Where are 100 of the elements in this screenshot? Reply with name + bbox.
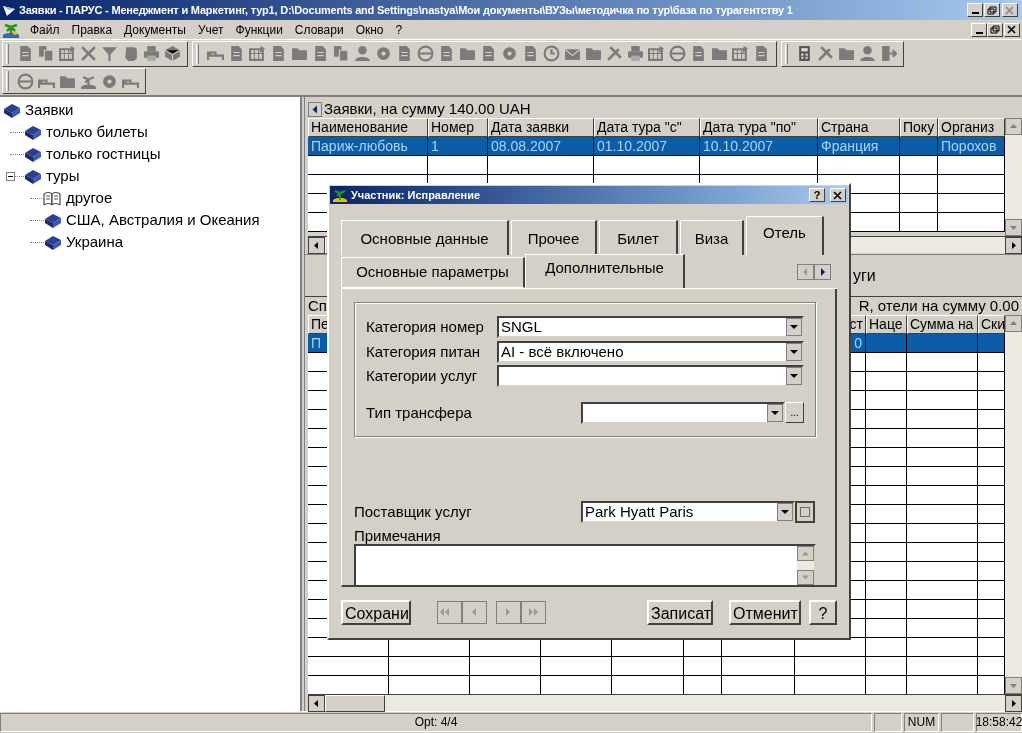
tools-icon[interactable] (817, 45, 834, 62)
combo-box[interactable]: AI - всё включено (497, 340, 804, 363)
menu-item[interactable]: Файл (24, 20, 66, 39)
globe-icon[interactable] (669, 45, 686, 62)
gear-icon[interactable] (375, 45, 392, 62)
button[interactable]: ? (809, 600, 837, 625)
minimize-button[interactable] (967, 3, 983, 17)
globe-icon[interactable] (17, 72, 34, 90)
tab[interactable]: Прочее (511, 220, 597, 255)
box-icon[interactable] (164, 45, 181, 62)
column-header[interactable]: Сумма на (907, 315, 978, 334)
folder-icon[interactable] (838, 45, 855, 62)
lookup-button[interactable] (795, 501, 815, 524)
menu-item[interactable]: ? (389, 20, 409, 39)
scroll-thumb[interactable] (325, 694, 385, 712)
cross-icon[interactable] (80, 45, 97, 62)
calculator-icon[interactable] (796, 45, 813, 62)
document-icon[interactable] (312, 45, 329, 62)
scroll-right-icon[interactable] (814, 264, 831, 280)
menu-item[interactable]: Правка (65, 20, 119, 39)
menu-item[interactable]: Функции (229, 20, 289, 39)
folder-icon[interactable] (291, 45, 308, 62)
column-header[interactable]: Поку (900, 118, 938, 137)
menu-item[interactable]: Документы (118, 20, 192, 39)
menu-item[interactable]: Окно (349, 20, 390, 39)
tree-item[interactable]: Заявки (25, 98, 74, 122)
tab[interactable]: Основные параметры (341, 257, 525, 288)
column-header[interactable]: Дата тура "по" (700, 118, 818, 137)
column-header[interactable]: Номер (428, 118, 488, 137)
gear-icon[interactable] (501, 45, 518, 62)
scroll-up-icon[interactable] (797, 545, 814, 561)
close-button[interactable] (830, 188, 846, 202)
head-icon[interactable] (122, 45, 139, 62)
scroll-right-icon[interactable] (1005, 694, 1022, 712)
tree-item[interactable]: только гостницы (46, 142, 161, 166)
tab[interactable]: Дополнительные (525, 254, 685, 288)
tree-item[interactable]: только билеты (46, 120, 148, 144)
tools-icon[interactable] (606, 45, 623, 62)
tree-item[interactable]: туры (46, 164, 80, 188)
column-header[interactable]: Наце (866, 315, 907, 334)
copy-icon[interactable] (333, 45, 350, 62)
tree-item[interactable]: другое (66, 186, 113, 210)
document-icon[interactable] (396, 45, 413, 62)
folder-icon[interactable] (585, 45, 602, 62)
document-icon[interactable] (753, 45, 770, 62)
document-icon[interactable] (228, 45, 245, 62)
restore-button[interactable] (987, 22, 1003, 37)
column-header[interactable]: Дата тура "с" (594, 118, 700, 137)
menu-item[interactable]: Словари (288, 20, 350, 39)
grid-icon[interactable] (732, 45, 749, 62)
tab[interactable]: Отель (746, 216, 824, 255)
button[interactable]: Сохрани (341, 600, 411, 625)
printer-icon[interactable] (627, 45, 644, 62)
column-header[interactable]: Дата заявки (488, 118, 594, 137)
document-icon[interactable] (522, 45, 539, 62)
help-button[interactable]: ? (809, 188, 825, 202)
ellipsis-button[interactable]: ... (785, 402, 804, 424)
scroll-left-icon[interactable] (308, 694, 325, 712)
column-header[interactable]: Ски (978, 315, 1005, 334)
minimize-button[interactable] (971, 22, 987, 37)
tree-item[interactable]: США, Австралия и Океания (66, 208, 260, 232)
document-icon[interactable] (438, 45, 455, 62)
document-icon[interactable] (17, 45, 34, 62)
document-icon[interactable] (480, 45, 497, 62)
scroll-down-icon[interactable] (797, 570, 814, 585)
gear-icon[interactable] (101, 72, 118, 90)
copy-icon[interactable] (38, 45, 55, 62)
notes-field[interactable] (354, 543, 816, 585)
tab[interactable]: Виза (680, 220, 744, 255)
column-header[interactable]: Организ (938, 118, 1005, 137)
collapse-left-button[interactable] (308, 101, 322, 117)
grid-icon[interactable] (249, 45, 266, 62)
clock-icon[interactable] (543, 45, 560, 62)
person-icon[interactable] (859, 45, 876, 62)
combo-box[interactable] (581, 401, 786, 424)
scroll-left-icon[interactable] (308, 236, 325, 254)
column-header[interactable]: Наименование (308, 118, 428, 137)
combo-box[interactable]: SNGL (497, 316, 804, 339)
button[interactable]: Отменит (729, 600, 801, 625)
tab[interactable]: Основные данные (341, 220, 509, 255)
combo-box[interactable] (497, 365, 804, 388)
folder-icon[interactable] (459, 45, 476, 62)
combo-box[interactable]: Park Hyatt Paris (581, 501, 795, 524)
document-icon[interactable] (270, 45, 287, 62)
button[interactable]: Записат (647, 600, 713, 625)
funnel-icon[interactable] (101, 45, 118, 62)
tab[interactable]: Билет (599, 220, 678, 255)
scroll-right-icon[interactable] (1005, 236, 1022, 254)
folder-icon[interactable] (711, 45, 728, 62)
document-icon[interactable] (690, 45, 707, 62)
globe-icon[interactable] (417, 45, 434, 62)
collapse-toggle[interactable] (6, 172, 15, 181)
menu-item[interactable]: Учет (191, 20, 230, 39)
exit-icon[interactable] (880, 45, 897, 62)
person-icon[interactable] (354, 45, 371, 62)
grid-icon[interactable] (59, 45, 76, 62)
column-header[interactable]: Страна (818, 118, 900, 137)
restore-button[interactable] (984, 3, 1000, 17)
close-button[interactable] (1004, 22, 1020, 37)
scrollbar[interactable] (308, 694, 1022, 711)
